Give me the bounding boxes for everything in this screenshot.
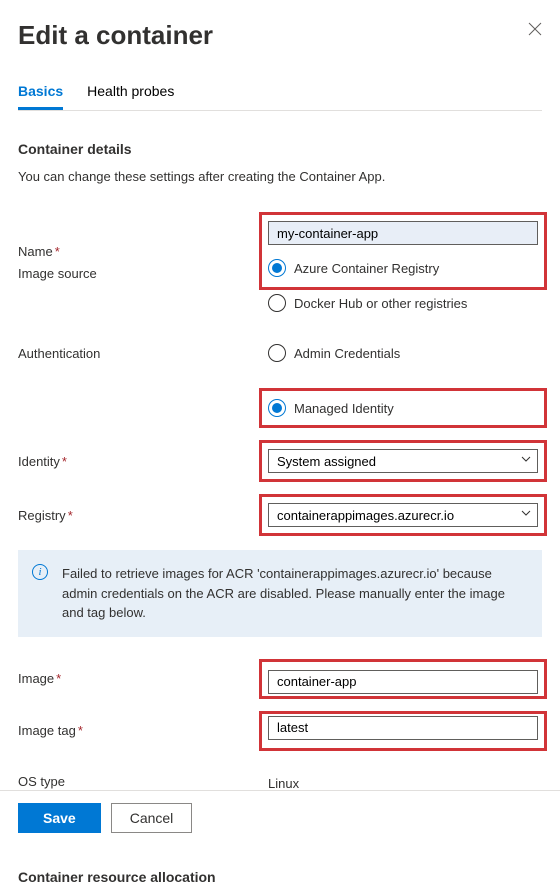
- section-title-resource-allocation: Container resource allocation: [18, 869, 542, 885]
- label-os-type: OS type: [18, 774, 268, 789]
- label-name: Name*: [18, 244, 268, 259]
- radio-auth-managed[interactable]: [268, 399, 286, 417]
- panel-header: Edit a container: [18, 20, 542, 51]
- save-button[interactable]: Save: [18, 803, 101, 833]
- label-identity: Identity*: [18, 454, 268, 469]
- radio-label-acr: Azure Container Registry: [294, 261, 439, 276]
- info-message-text: Failed to retrieve images for ACR 'conta…: [62, 566, 505, 620]
- image-input[interactable]: [268, 670, 538, 694]
- name-input[interactable]: [268, 221, 538, 245]
- radio-label-docker: Docker Hub or other registries: [294, 296, 467, 311]
- close-button[interactable]: [528, 20, 542, 41]
- identity-select[interactable]: [268, 449, 538, 473]
- radio-label-managed: Managed Identity: [294, 401, 394, 416]
- tab-strip: Basics Health probes: [18, 83, 542, 111]
- panel-title: Edit a container: [18, 20, 213, 51]
- info-icon: i: [32, 564, 48, 580]
- registry-select[interactable]: [268, 503, 538, 527]
- label-authentication: Authentication: [18, 346, 268, 361]
- close-icon: [528, 22, 542, 36]
- footer-actions: Save Cancel: [0, 790, 560, 845]
- radio-label-admin: Admin Credentials: [294, 346, 400, 361]
- tab-basics[interactable]: Basics: [18, 83, 63, 110]
- label-image: Image*: [18, 671, 268, 686]
- section-description: You can change these settings after crea…: [18, 169, 542, 184]
- label-image-source: Image source: [18, 266, 268, 281]
- section-title-container-details: Container details: [18, 141, 542, 157]
- image-tag-input[interactable]: [268, 716, 538, 740]
- os-type-value: Linux: [268, 773, 542, 791]
- radio-auth-admin[interactable]: [268, 344, 286, 362]
- radio-image-source-docker[interactable]: [268, 294, 286, 312]
- info-message-box: i Failed to retrieve images for ACR 'con…: [18, 550, 542, 637]
- label-registry: Registry*: [18, 508, 268, 523]
- label-image-tag: Image tag*: [18, 723, 268, 738]
- cancel-button[interactable]: Cancel: [111, 803, 193, 833]
- radio-image-source-acr[interactable]: [268, 259, 286, 277]
- tab-health-probes[interactable]: Health probes: [87, 83, 174, 110]
